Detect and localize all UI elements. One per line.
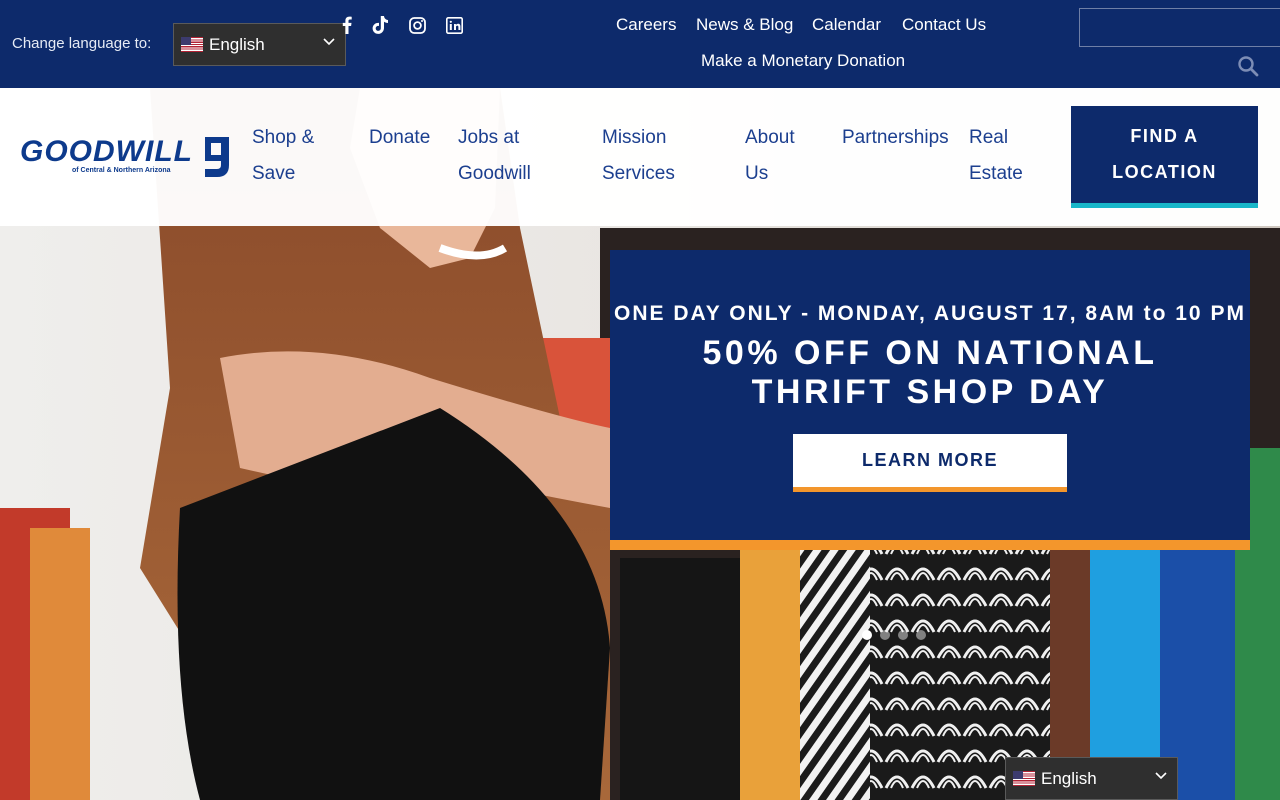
tiktok-icon[interactable] — [369, 14, 391, 36]
top-link-calendar[interactable]: Calendar — [812, 15, 881, 35]
promo-card: ONE DAY ONLY - MONDAY, AUGUST 17, 8AM to… — [610, 250, 1250, 550]
language-select[interactable]: English — [173, 23, 346, 66]
nav-about-line2: Us — [745, 163, 769, 184]
top-link-careers[interactable]: Careers — [616, 15, 676, 35]
search-input[interactable] — [1079, 8, 1280, 47]
slider-dot-1[interactable] — [862, 630, 872, 640]
goodwill-g-icon — [205, 137, 229, 177]
slider-dot-3[interactable] — [898, 630, 908, 640]
instagram-icon[interactable] — [406, 14, 428, 36]
nav-shop-save-line1: Shop & — [252, 127, 315, 148]
nav-shop-save-line2: Save — [252, 163, 296, 184]
search-icon[interactable] — [1237, 55, 1259, 77]
logo-wordmark: GOODWILL — [20, 135, 193, 168]
nav-about-line1: About — [745, 127, 795, 148]
nav-partnerships[interactable]: Partnerships — [842, 120, 949, 156]
floating-language-value: English — [1041, 768, 1097, 788]
nav-jobs-line1: Jobs at — [458, 127, 520, 148]
slider-dot-2[interactable] — [880, 630, 890, 640]
find-location-button[interactable]: FIND A LOCATION — [1071, 106, 1258, 208]
chevron-down-icon — [1155, 769, 1167, 783]
nav-real-estate[interactable]: Real Estate — [969, 120, 1023, 192]
nav-about-us[interactable]: About Us — [745, 120, 795, 192]
nav-real-estate-line1: Real — [969, 127, 1009, 148]
promo-headline: 50% OFF ON NATIONAL THRIFT SHOP DAY — [702, 334, 1158, 411]
nav-partnerships-label: Partnerships — [842, 127, 949, 148]
language-value: English — [209, 34, 265, 54]
slider-dot-4[interactable] — [916, 630, 926, 640]
top-link-monetary-donation[interactable]: Make a Monetary Donation — [701, 51, 905, 71]
nav-shop-save[interactable]: Shop & Save — [252, 120, 314, 192]
facebook-icon[interactable] — [336, 14, 358, 36]
nav-jobs-line2: Goodwill — [458, 163, 531, 184]
top-link-news-blog[interactable]: News & Blog — [696, 15, 793, 35]
language-label: Change language to: — [12, 35, 152, 52]
nav-jobs[interactable]: Jobs at Goodwill — [458, 120, 531, 192]
find-location-line2: LOCATION — [1112, 162, 1217, 182]
nav-donate-label: Donate — [369, 127, 431, 148]
linkedin-icon[interactable] — [443, 14, 465, 36]
nav-mission-line1: Mission — [602, 127, 667, 148]
learn-more-button[interactable]: LEARN MORE — [793, 434, 1067, 492]
nav-mission-line2: Services — [602, 163, 675, 184]
nav-donate[interactable]: Donate — [369, 120, 430, 156]
top-utility-bar: Change language to: English Careers News… — [0, 0, 1280, 88]
nav-real-estate-line2: Estate — [969, 163, 1023, 184]
chevron-down-icon — [323, 35, 335, 49]
us-flag-icon — [181, 37, 203, 52]
us-flag-icon — [1013, 771, 1035, 786]
goodwill-logo[interactable]: GOODWILL of Central & Northern Arizona — [20, 135, 235, 181]
find-location-line1: FIND A — [1130, 126, 1199, 146]
logo-tagline: of Central & Northern Arizona — [72, 167, 171, 174]
top-link-contact-us[interactable]: Contact Us — [902, 15, 986, 35]
promo-date-line: ONE DAY ONLY - MONDAY, AUGUST 17, 8AM to… — [614, 302, 1246, 325]
nav-mission-services[interactable]: Mission Services — [602, 120, 675, 192]
slider-dots — [862, 630, 926, 640]
floating-language-select[interactable]: English — [1005, 757, 1178, 800]
